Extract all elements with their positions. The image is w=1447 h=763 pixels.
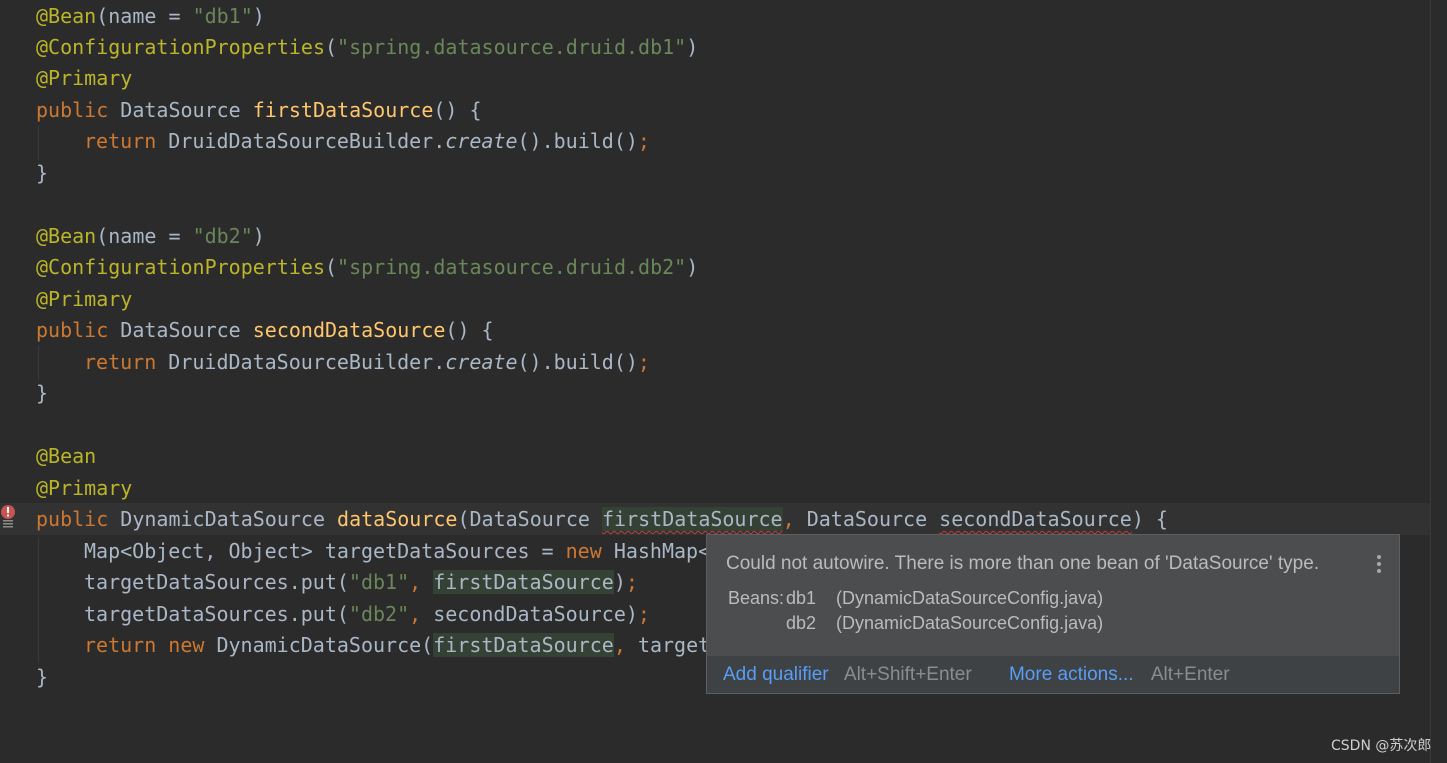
- code-line-4[interactable]: public DataSource firstDataSource() {: [36, 94, 482, 126]
- beans-label: Beans:: [728, 588, 785, 608]
- code-editor[interactable]: @Bean(name = "db1") @ConfigurationProper…: [0, 0, 1447, 763]
- indent-guide: [38, 537, 39, 663]
- code-line-9[interactable]: @ConfigurationProperties("spring.datasou…: [36, 251, 698, 283]
- code-line-17[interactable]: public DynamicDataSource dataSource(Data…: [36, 503, 1168, 535]
- param-first-datasource: firstDataSource: [601, 507, 783, 531]
- code-line-19[interactable]: targetDataSources.put("db1", firstDataSo…: [84, 566, 638, 598]
- code-line-5[interactable]: return DruidDataSourceBuilder.create().b…: [84, 125, 650, 157]
- bean-name: db2: [786, 613, 817, 633]
- watermark: CSDN @苏次郎: [1331, 738, 1432, 754]
- inspection-popup[interactable]: Could not autowire. There is more than o…: [706, 534, 1400, 694]
- code-line-6[interactable]: }: [36, 157, 48, 189]
- bean-source: (DynamicDataSourceConfig.java): [836, 613, 1104, 633]
- code-line-18[interactable]: Map<Object, Object> targetDataSources = …: [84, 535, 710, 567]
- popup-actions: Add qualifier Alt+Shift+Enter More actio…: [707, 656, 1399, 693]
- more-actions-link[interactable]: More actions...: [1009, 664, 1134, 685]
- indent-guide: [38, 346, 39, 380]
- code-line-10[interactable]: @Primary: [36, 283, 132, 315]
- code-line-8[interactable]: @Bean(name = "db2"): [36, 220, 265, 252]
- more-vertical-icon[interactable]: [1373, 553, 1385, 575]
- code-line-20[interactable]: targetDataSources.put("db2", secondDataS…: [84, 598, 650, 630]
- code-line-12[interactable]: return DruidDataSourceBuilder.create().b…: [84, 346, 650, 378]
- code-line-21[interactable]: return new DynamicDataSource(firstDataSo…: [84, 629, 710, 661]
- beans-list: Beans: db1 (DynamicDataSourceConfig.java) …: [728, 586, 1103, 636]
- bean-name: db1: [786, 588, 817, 608]
- code-line-16[interactable]: @Primary: [36, 472, 132, 504]
- bean-source: (DynamicDataSourceConfig.java): [836, 588, 1104, 608]
- code-line-11[interactable]: public DataSource secondDataSource() {: [36, 314, 494, 346]
- code-line-13[interactable]: }: [36, 377, 48, 409]
- code-line-3[interactable]: @Primary: [36, 62, 132, 94]
- more-actions-shortcut: Alt+Enter: [1150, 664, 1230, 685]
- param-second-datasource: secondDataSource: [939, 507, 1132, 531]
- code-line-1[interactable]: @Bean(name = "db1"): [36, 0, 265, 32]
- code-line-2[interactable]: @ConfigurationProperties("spring.datasou…: [36, 31, 698, 63]
- code-line-22[interactable]: }: [36, 661, 48, 693]
- popup-message: Could not autowire. There is more than o…: [726, 553, 1320, 574]
- error-bulb-icon[interactable]: [0, 504, 18, 528]
- right-margin-line: [1430, 0, 1431, 763]
- code-line-15[interactable]: @Bean: [36, 440, 96, 472]
- bean-row-db2[interactable]: db2 (DynamicDataSourceConfig.java): [728, 611, 1103, 636]
- add-qualifier-link[interactable]: Add qualifier: [723, 664, 829, 685]
- indent-guide: [38, 126, 39, 160]
- bean-row-db1[interactable]: Beans: db1 (DynamicDataSourceConfig.java): [728, 586, 1103, 611]
- add-qualifier-shortcut: Alt+Shift+Enter: [843, 664, 972, 685]
